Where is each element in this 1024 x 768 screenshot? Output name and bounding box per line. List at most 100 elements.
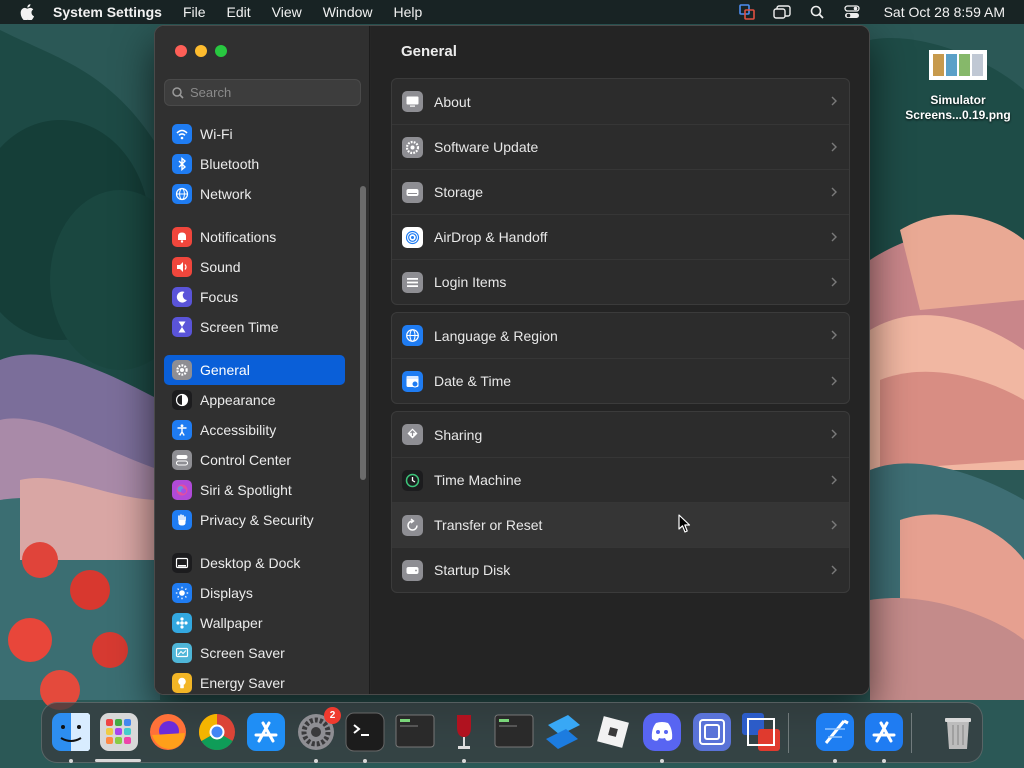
sidebar-item-focus[interactable]: Focus <box>164 282 345 312</box>
notification-badge: 2 <box>324 707 341 724</box>
xcode-icon[interactable] <box>814 711 856 753</box>
sidebar-item-privacy-and-security[interactable]: Privacy & Security <box>164 505 345 535</box>
sidebar-scrollbar[interactable] <box>360 186 366 480</box>
sidebar-item-notifications[interactable]: Notifications <box>164 222 345 252</box>
sidebar-item-energy-saver[interactable]: Energy Saver <box>164 668 345 694</box>
page-title: General <box>401 43 457 60</box>
settings-row-airdrop-and-handoff[interactable]: AirDrop & Handoff <box>392 214 849 259</box>
control-center-icon <box>172 450 192 470</box>
menu-edit[interactable]: Edit <box>227 4 251 20</box>
appearance-icon <box>175 393 189 407</box>
screen-mirroring-status-icon[interactable] <box>738 4 756 20</box>
window-close-button[interactable] <box>175 45 187 57</box>
language-globe-icon <box>406 329 419 342</box>
sidebar-item-siri-and-spotlight[interactable]: Siri & Spotlight <box>164 475 345 505</box>
settings-row-login-items[interactable]: Login Items <box>392 259 849 304</box>
sidebar-item-wallpaper[interactable]: Wallpaper <box>164 608 345 638</box>
blue-cube-app-icon[interactable] <box>542 711 584 753</box>
transfer-reset-icon <box>402 514 423 536</box>
simulator-icon[interactable] <box>863 711 905 753</box>
search-field[interactable] <box>164 79 361 106</box>
finder-icon[interactable] <box>50 711 92 753</box>
running-indicator <box>882 759 886 763</box>
running-indicator <box>660 759 664 763</box>
menu-help[interactable]: Help <box>394 4 423 20</box>
lightbulb-icon <box>172 673 192 693</box>
wine-icon[interactable] <box>443 711 485 753</box>
sidebar-item-appearance[interactable]: Appearance <box>164 385 345 415</box>
chrome-icon[interactable] <box>196 711 238 753</box>
sidebar-item-displays[interactable]: Displays <box>164 578 345 608</box>
sidebar-item-control-center[interactable]: Control Center <box>164 445 345 475</box>
settings-row-sharing[interactable]: Sharing <box>392 412 849 457</box>
menu-window[interactable]: Window <box>323 4 373 20</box>
trash-icon[interactable] <box>937 711 979 753</box>
screen-saver-icon <box>175 647 189 658</box>
software-update-icon <box>402 136 423 158</box>
accessibility-icon <box>177 424 187 436</box>
sidebar-item-desktop-and-dock[interactable]: Desktop & Dock <box>164 548 345 578</box>
settings-row-time-machine[interactable]: Time Machine <box>392 457 849 502</box>
chevron-right-icon <box>831 187 837 197</box>
settings-row-language-and-region[interactable]: Language & Region <box>392 313 849 358</box>
menu-app-name[interactable]: System Settings <box>53 4 162 20</box>
sidebar-item-screen-time[interactable]: Screen Time <box>164 312 345 342</box>
settings-row-software-update[interactable]: Software Update <box>392 124 849 169</box>
menu-bar-clock[interactable]: Sat Oct 28 8:59 AM <box>884 4 1005 20</box>
sidebar-item-label: Network <box>200 186 252 202</box>
sidebar-item-wi-fi[interactable]: Wi-Fi <box>164 119 345 149</box>
chevron-right-icon <box>831 376 837 386</box>
siri-icon <box>172 480 192 500</box>
sidebar-item-sound[interactable]: Sound <box>164 252 345 282</box>
chevron-right-icon <box>831 475 837 485</box>
menu-bar: System Settings File Edit View Window He… <box>0 0 1024 24</box>
settings-row-transfer-or-reset[interactable]: Transfer or Reset <box>392 502 849 547</box>
settings-row-about[interactable]: About <box>392 79 849 124</box>
virtual-machine-icon[interactable] <box>691 711 733 753</box>
calendar-clock-icon <box>406 375 419 387</box>
console-2-icon[interactable] <box>493 711 535 753</box>
content-pane: General About Software Update Storage AirDr… <box>371 26 869 694</box>
menu-file[interactable]: File <box>183 4 206 20</box>
discord-icon[interactable] <box>641 711 683 753</box>
terminal-icon[interactable] <box>344 711 386 753</box>
sun-icon <box>172 583 192 603</box>
console-icon[interactable] <box>394 711 436 753</box>
file-label-line1: Simulator <box>930 93 986 107</box>
window-zoom-button[interactable] <box>215 45 227 57</box>
login-items-icon <box>407 277 418 287</box>
settings-row-date-and-time[interactable]: Date & Time <box>392 358 849 403</box>
window-minimize-button[interactable] <box>195 45 207 57</box>
desktop-file-simulator-screenshot[interactable]: Simulator Screens...0.19.png <box>896 46 1020 123</box>
roblox-icon[interactable] <box>592 711 634 753</box>
sidebar-item-label: Wi-Fi <box>200 126 233 142</box>
stage-manager-icon[interactable] <box>772 4 791 20</box>
search-icon <box>172 86 184 99</box>
app-store-icon[interactable] <box>245 711 287 753</box>
chevron-right-icon <box>831 232 837 242</box>
settings-row-storage[interactable]: Storage <box>392 169 849 214</box>
sidebar-item-bluetooth[interactable]: Bluetooth <box>164 149 345 179</box>
running-indicator <box>833 759 837 763</box>
sidebar-item-label: Displays <box>200 585 253 601</box>
chevron-right-icon <box>831 142 837 152</box>
control-center-toggle-icon[interactable] <box>843 4 861 20</box>
transfer-reset-icon <box>407 517 418 531</box>
sidebar-item-screen-saver[interactable]: Screen Saver <box>164 638 345 668</box>
sidebar-item-general[interactable]: General <box>164 355 345 385</box>
search-input[interactable] <box>190 85 350 100</box>
sidebar-item-label: Energy Saver <box>200 675 285 691</box>
settings-group: Sharing Time Machine Transfer or Reset Star… <box>391 411 850 593</box>
firefox-icon[interactable] <box>147 711 189 753</box>
sidebar-item-network[interactable]: Network <box>164 179 345 209</box>
spotlight-search-icon[interactable] <box>808 4 826 20</box>
apple-menu-icon[interactable] <box>19 4 35 20</box>
appearance-icon <box>172 390 192 410</box>
menu-view[interactable]: View <box>272 4 302 20</box>
sidebar-item-label: Focus <box>200 289 239 305</box>
migration-icon[interactable] <box>740 711 782 753</box>
sidebar-item-accessibility[interactable]: Accessibility <box>164 415 345 445</box>
launchpad-icon[interactable] <box>98 711 140 753</box>
settings-row-startup-disk[interactable]: Startup Disk <box>392 547 849 592</box>
